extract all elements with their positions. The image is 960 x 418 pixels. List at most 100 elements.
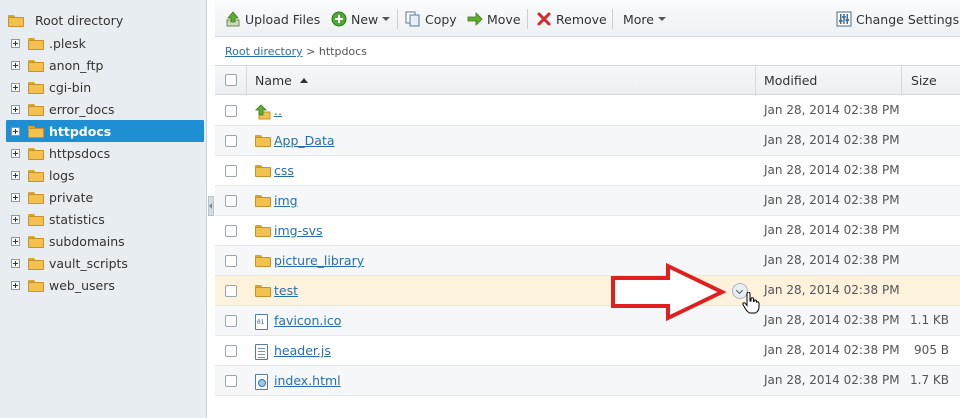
row-checkbox[interactable] (225, 255, 237, 267)
expand-plus-icon[interactable] (11, 60, 20, 70)
column-header-modified[interactable]: Modified (764, 73, 817, 88)
breadcrumb-current: httpdocs (318, 45, 367, 58)
tree-item-label: vault_scripts (49, 255, 128, 271)
tree-item-subdomains[interactable]: subdomains (6, 230, 204, 252)
more-button[interactable]: More (623, 9, 666, 29)
expand-plus-icon[interactable] (11, 192, 20, 202)
file-name-link[interactable]: favicon.ico (274, 313, 341, 328)
row-checkbox[interactable] (225, 105, 237, 117)
tree-item-label: web_users (49, 277, 115, 293)
table-row[interactable]: index.html Jan 28, 2014 02:38 PM 1.7 KB (215, 366, 960, 396)
expand-plus-icon[interactable] (11, 236, 20, 246)
column-header-size[interactable]: Size (911, 73, 937, 88)
table-row[interactable]: App_Data Jan 28, 2014 02:38 PM (215, 126, 960, 156)
breadcrumb-root-link[interactable]: Root directory (225, 45, 303, 58)
tree-root-directory[interactable]: Root directory (8, 10, 123, 30)
row-checkbox[interactable] (225, 165, 237, 177)
expand-plus-icon[interactable] (11, 126, 20, 136)
table-row[interactable]: header.js Jan 28, 2014 02:38 PM 905 B (215, 336, 960, 366)
tree-item-plesk[interactable]: .plesk (6, 32, 204, 54)
folder-tree-sidebar: Root directory .plesk anon_ftp cgi-bin erro… (0, 0, 207, 418)
folder-icon (28, 169, 44, 182)
expand-plus-icon[interactable] (11, 214, 20, 224)
move-button[interactable]: Move (467, 9, 521, 29)
tree-item-private[interactable]: private (6, 186, 204, 208)
tree-item-label: logs (49, 167, 75, 183)
expand-plus-icon[interactable] (11, 280, 20, 290)
chevron-down-icon (658, 17, 666, 21)
expand-plus-icon[interactable] (11, 38, 20, 48)
table-row[interactable]: img Jan 28, 2014 02:38 PM (215, 186, 960, 216)
expand-plus-icon[interactable] (11, 148, 20, 158)
modified-date: Jan 28, 2014 02:38 PM (764, 283, 900, 297)
file-name-link[interactable]: css (274, 163, 294, 178)
more-label: More (623, 11, 654, 27)
tree-item-logs[interactable]: logs (6, 164, 204, 186)
file-name-link[interactable]: header.js (274, 343, 331, 358)
tree-item-label: private (49, 189, 94, 205)
folder-icon (28, 103, 44, 116)
expand-plus-icon[interactable] (11, 170, 20, 180)
toolbar-separator (612, 9, 613, 29)
row-checkbox[interactable] (225, 375, 237, 387)
change-settings-button[interactable]: Change Settings (836, 9, 959, 29)
file-name-link[interactable]: picture_library (274, 253, 364, 268)
table-row[interactable]: 01 favicon.ico Jan 28, 2014 02:38 PM 1.1 KB (215, 306, 960, 336)
row-checkbox[interactable] (225, 135, 237, 147)
breadcrumb: Root directory > httpdocs (225, 45, 367, 58)
folder-icon (28, 59, 44, 72)
file-name-link[interactable]: App_Data (274, 133, 335, 148)
file-size: 905 B (914, 343, 949, 357)
tree-item-httpsdocs[interactable]: httpsdocs (6, 142, 204, 164)
expand-plus-icon[interactable] (11, 82, 20, 92)
remove-button[interactable]: Remove (536, 9, 607, 29)
upload-files-button[interactable]: Upload Files (225, 9, 320, 29)
move-arrow-icon (467, 11, 483, 27)
tree-item-anon-ftp[interactable]: anon_ftp (6, 54, 204, 76)
column-header-name-label: Name (255, 73, 292, 88)
tree-item-label: subdomains (49, 233, 125, 249)
expand-plus-icon[interactable] (11, 258, 20, 268)
tree-item-statistics[interactable]: statistics (6, 208, 204, 230)
annotation-arrow-icon (611, 262, 727, 322)
row-checkbox[interactable] (225, 285, 237, 297)
folder-icon (255, 254, 276, 267)
remove-label: Remove (556, 11, 607, 27)
tree-item-httpdocs[interactable]: httpdocs (6, 120, 204, 142)
select-all-checkbox[interactable] (225, 74, 237, 86)
column-divider (901, 66, 902, 96)
table-row[interactable]: picture_library Jan 28, 2014 02:38 PM (215, 246, 960, 276)
column-header-name[interactable]: Name (255, 73, 308, 88)
row-checkbox[interactable] (225, 315, 237, 327)
file-name-link[interactable]: index.html (274, 373, 341, 388)
file-name-link[interactable]: test (274, 283, 298, 298)
folder-icon (8, 14, 24, 27)
table-row[interactable]: css Jan 28, 2014 02:38 PM (215, 156, 960, 186)
tree-item-cgi-bin[interactable]: cgi-bin (6, 76, 204, 98)
folder-icon (255, 224, 276, 237)
tree-item-label: anon_ftp (49, 57, 104, 73)
html-file-icon (255, 374, 268, 390)
file-name-link[interactable]: .. (274, 103, 282, 118)
expand-plus-icon[interactable] (11, 104, 20, 114)
row-checkbox[interactable] (225, 195, 237, 207)
file-size: 1.7 KB (910, 373, 949, 387)
table-row[interactable]: test Jan 28, 2014 02:38 PM (215, 276, 960, 306)
file-name-link[interactable]: img-svs (274, 223, 323, 238)
tree-item-vault-scripts[interactable]: vault_scripts (6, 252, 204, 274)
tree-item-label: statistics (49, 211, 105, 227)
row-checkbox[interactable] (225, 225, 237, 237)
tree-item-web-users[interactable]: web_users (6, 274, 204, 296)
folder-icon (28, 81, 44, 94)
new-button[interactable]: New (331, 9, 391, 29)
modified-date: Jan 28, 2014 02:38 PM (764, 103, 900, 117)
folder-icon (28, 213, 44, 226)
file-name-link[interactable]: img (274, 193, 298, 208)
sidebar-collapse-handle[interactable] (208, 196, 214, 216)
folder-icon (28, 235, 44, 248)
row-checkbox[interactable] (225, 345, 237, 357)
table-row[interactable]: img-svs Jan 28, 2014 02:38 PM (215, 216, 960, 246)
tree-item-error-docs[interactable]: error_docs (6, 98, 204, 120)
copy-button[interactable]: Copy (405, 9, 457, 29)
table-row[interactable]: .. Jan 28, 2014 02:38 PM (215, 96, 960, 126)
